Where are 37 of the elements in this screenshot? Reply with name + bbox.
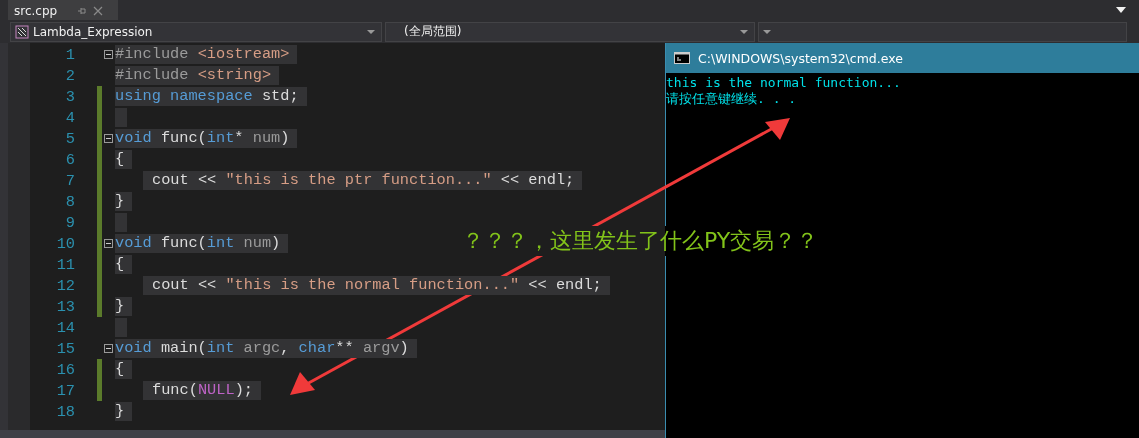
line-number: 7 (64, 171, 75, 190)
line-number: 14 (55, 318, 75, 337)
line-number: 13 (55, 297, 75, 316)
caret-icon (367, 29, 375, 34)
caret-icon (763, 29, 771, 34)
line-number: 9 (64, 213, 75, 232)
console-output: 请按任意键继续. . . (666, 91, 798, 107)
line-number: 10 (55, 234, 75, 253)
window-title: C:\WINDOWS\system32\cmd.exe (698, 50, 903, 66)
console-output: this is the normal function... (666, 75, 902, 91)
project-icon (15, 24, 29, 39)
collapse-icon[interactable] (104, 239, 113, 248)
line-number: 4 (64, 108, 75, 127)
scope-dropdown[interactable]: (全局范围) (385, 21, 755, 42)
tab-title: src.cpp (14, 3, 58, 18)
line-number: 18 (55, 402, 75, 421)
line-number: 2 (64, 66, 75, 85)
line-number: 15 (55, 339, 75, 358)
console-icon (674, 52, 690, 64)
line-number: 5 (64, 129, 75, 148)
line-number: 6 (64, 150, 75, 169)
collapse-icon[interactable] (104, 50, 113, 59)
pin-icon[interactable] (77, 5, 88, 16)
collapse-icon[interactable] (104, 344, 113, 353)
file-tab[interactable]: src.cpp (8, 0, 118, 20)
line-number: 3 (64, 87, 75, 106)
line-number: 11 (55, 255, 75, 274)
close-icon[interactable] (93, 5, 104, 16)
line-number: 16 (55, 360, 75, 379)
project-dropdown[interactable]: Lambda_Expression (10, 21, 382, 42)
caret-icon[interactable] (1116, 7, 1126, 13)
caret-icon (740, 29, 748, 34)
line-number: 17 (55, 381, 75, 400)
line-number: 12 (55, 276, 75, 295)
line-number: 8 (64, 192, 75, 211)
line-number: 1 (64, 45, 75, 64)
collapse-icon[interactable] (104, 134, 113, 143)
